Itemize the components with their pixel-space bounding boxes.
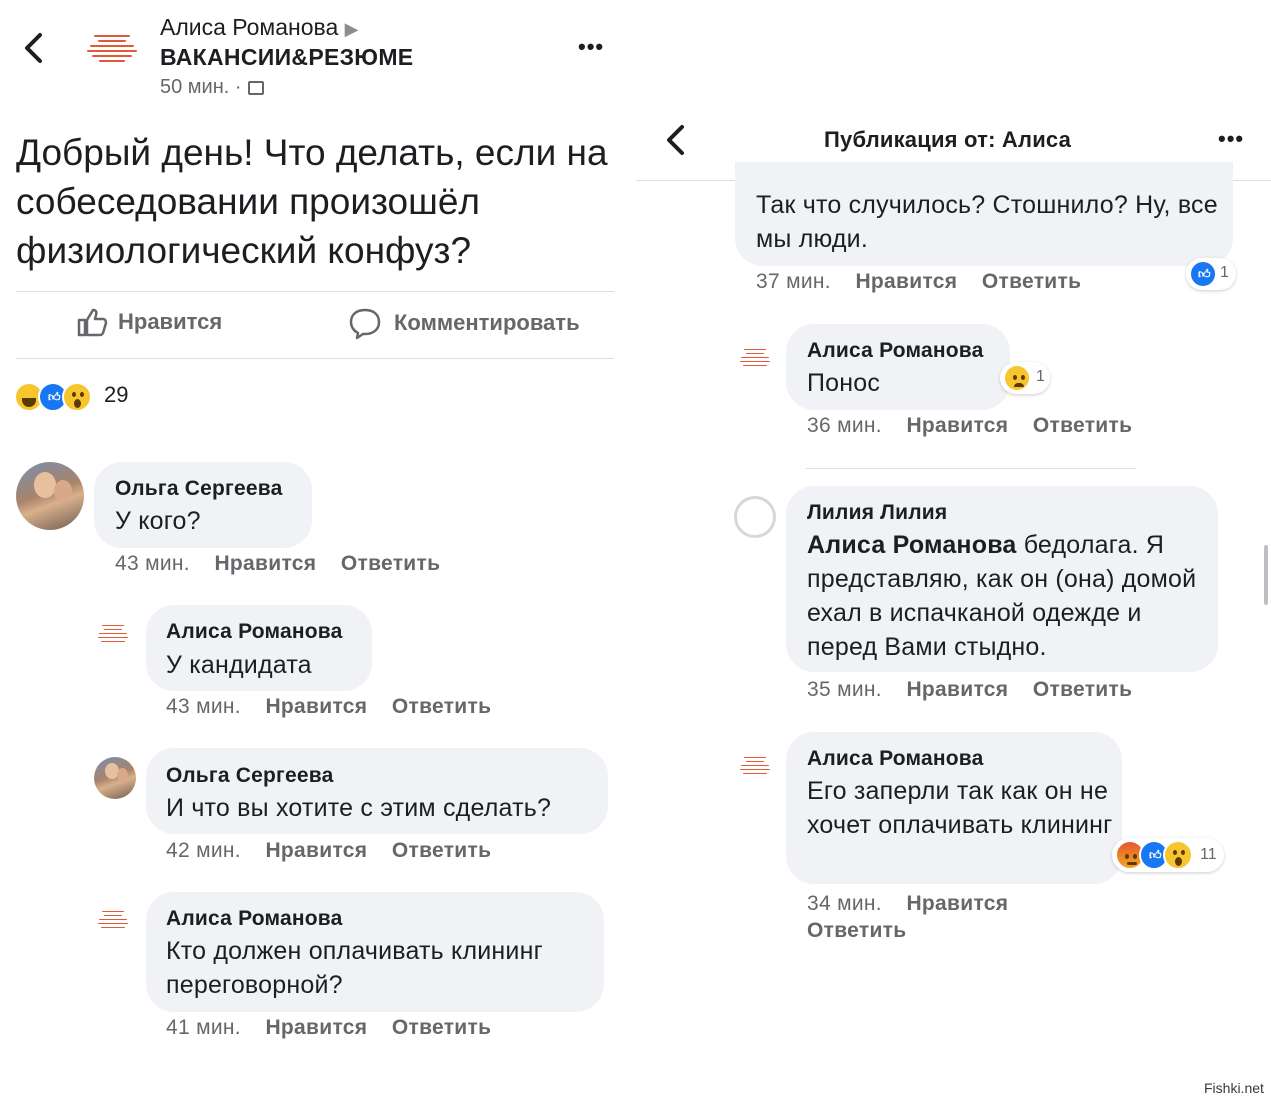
comment-like-button[interactable]: Нравится bbox=[906, 414, 1008, 437]
comment-bubble-icon bbox=[349, 308, 381, 340]
like-action-button[interactable]: Нравится bbox=[76, 306, 222, 338]
post-time[interactable]: 50 мин. · bbox=[160, 76, 242, 99]
commenter-avatar[interactable] bbox=[92, 612, 134, 654]
comment-like-button[interactable]: Нравится bbox=[906, 678, 1008, 701]
comment-author[interactable]: Алиса Романова bbox=[807, 339, 983, 363]
comment-meta: 34 мин. Нравится Ответить bbox=[807, 890, 1008, 944]
comment-meta: 36 мин. Нравится Ответить bbox=[807, 414, 1132, 438]
commenter-avatar[interactable] bbox=[734, 336, 776, 378]
wow-emoji-icon bbox=[1163, 840, 1193, 870]
post-header-author-line: Алиса Романова ▶ bbox=[160, 14, 359, 41]
arrow-right-icon: ▶ bbox=[344, 19, 359, 39]
group-logo-avatar[interactable] bbox=[78, 14, 146, 82]
post-author-name[interactable]: Алиса Романова bbox=[160, 14, 338, 40]
group-name[interactable]: ВАКАНСИИ&РЕЗЮМЕ bbox=[160, 44, 413, 71]
comment-like-button[interactable]: Нравится bbox=[265, 695, 367, 718]
comment-meta: 42 мин. Нравится Ответить bbox=[166, 839, 491, 863]
comment-reply-button[interactable]: Ответить bbox=[392, 839, 491, 862]
reaction-count: 1 bbox=[1036, 368, 1045, 385]
comment-reply-button[interactable]: Ответить bbox=[1033, 678, 1132, 701]
comment-meta: 43 мин. Нравится Ответить bbox=[166, 695, 491, 719]
like-action-label: Нравится bbox=[118, 309, 223, 334]
divider bbox=[16, 358, 614, 359]
comment-reply-button[interactable]: Ответить bbox=[341, 552, 440, 575]
comment-reply-button[interactable]: Ответить bbox=[392, 1016, 491, 1039]
sad-emoji-icon bbox=[1003, 364, 1031, 392]
comment-reactions[interactable]: 👍︎ 1 bbox=[1186, 258, 1236, 290]
back-chevron-icon[interactable] bbox=[22, 32, 46, 64]
comment-time[interactable]: 41 мин. bbox=[166, 1016, 241, 1039]
commenter-avatar[interactable] bbox=[16, 462, 84, 530]
comment-reply-button[interactable]: Ответить bbox=[807, 919, 906, 942]
scrollbar-thumb[interactable] bbox=[1264, 545, 1268, 605]
header-title: Публикация от: Алиса bbox=[824, 127, 1072, 152]
comment-like-button[interactable]: Нравится bbox=[265, 1016, 367, 1039]
comment-like-button[interactable]: Нравится bbox=[265, 839, 367, 862]
wow-emoji-icon bbox=[62, 382, 92, 412]
comment-time[interactable]: 35 мин. bbox=[807, 678, 882, 701]
comment-action-button[interactable]: Комментировать bbox=[348, 306, 580, 340]
watermark: Fishki.net bbox=[1204, 1080, 1264, 1096]
comment-author[interactable]: Алиса Романова bbox=[166, 907, 342, 931]
mention-link[interactable]: Алиса Романова bbox=[807, 531, 1017, 559]
reaction-count: 11 bbox=[1200, 846, 1217, 863]
default-avatar-icon[interactable] bbox=[734, 496, 776, 538]
comment-author[interactable]: Лилия Лилия bbox=[807, 501, 947, 525]
comment-like-button[interactable]: Нравится bbox=[906, 892, 1008, 915]
comment-meta: 43 мин. Нравится Ответить bbox=[115, 552, 440, 576]
group-audience-icon bbox=[247, 80, 264, 95]
comment-reply-button[interactable]: Ответить bbox=[982, 270, 1081, 293]
comment-time[interactable]: 34 мин. bbox=[807, 892, 882, 915]
comment-time[interactable]: 42 мин. bbox=[166, 839, 241, 862]
comment-time[interactable]: 43 мин. bbox=[166, 695, 241, 718]
comment-text: Так что случилось? Стошнило? Ну, все мы … bbox=[756, 191, 1218, 253]
comment-meta: 41 мин. Нравится Ответить bbox=[166, 1016, 491, 1040]
comment-text: У кого? bbox=[115, 507, 201, 535]
reactions-summary[interactable]: 👍︎ 29 bbox=[14, 380, 154, 412]
comment-reply-button[interactable]: Ответить bbox=[1033, 414, 1132, 437]
back-chevron-icon[interactable] bbox=[664, 124, 688, 156]
header-more-button[interactable]: ••• bbox=[1218, 126, 1244, 152]
comment-reactions[interactable]: 👍︎ 11 bbox=[1112, 838, 1224, 872]
divider bbox=[806, 468, 1136, 469]
post-more-button[interactable]: ••• bbox=[578, 34, 604, 60]
comment-author[interactable]: Алиса Романова bbox=[166, 620, 342, 644]
comment-text: У кандидата bbox=[166, 651, 312, 679]
comment-like-button[interactable]: Нравится bbox=[214, 552, 316, 575]
like-emoji-icon: 👍︎ bbox=[1189, 260, 1217, 288]
comment-time[interactable]: 43 мин. bbox=[115, 552, 190, 575]
post-text: Добрый день! Что делать, если на собесед… bbox=[16, 132, 608, 271]
commenter-avatar[interactable] bbox=[92, 898, 134, 940]
comment-text: Понос bbox=[807, 369, 881, 397]
commenter-avatar[interactable] bbox=[734, 744, 776, 786]
comment-reactions[interactable]: 1 bbox=[1000, 362, 1050, 394]
comment-action-label: Комментировать bbox=[394, 310, 580, 335]
comment-time[interactable]: 36 мин. bbox=[807, 414, 882, 437]
comment-author[interactable]: Алиса Романова bbox=[807, 747, 983, 771]
comment-meta: 35 мин. Нравится Ответить bbox=[807, 678, 1132, 702]
reaction-count: 29 bbox=[104, 382, 129, 407]
comment-reply-button[interactable]: Ответить bbox=[392, 695, 491, 718]
comment-author[interactable]: Ольга Сергеева bbox=[166, 764, 333, 788]
comment-text: Кто должен оплачивать клининг переговорн… bbox=[166, 937, 543, 999]
thumbs-up-icon bbox=[77, 308, 108, 337]
comment-text: Его заперли так как он не хочет оплачива… bbox=[807, 777, 1113, 839]
comment-author[interactable]: Ольга Сергеева bbox=[115, 477, 282, 501]
comment-meta: 37 мин. Нравится Ответить bbox=[756, 270, 1081, 294]
comment-like-button[interactable]: Нравится bbox=[855, 270, 957, 293]
comment-text: И что вы хотите с этим сделать? bbox=[166, 794, 552, 822]
comment-time[interactable]: 37 мин. bbox=[756, 270, 831, 293]
comment-text: Алиса Романова бедолага. Я представляю, … bbox=[807, 528, 1207, 664]
commenter-avatar[interactable] bbox=[94, 757, 136, 799]
post-meta: 50 мин. · bbox=[160, 76, 264, 99]
divider bbox=[16, 291, 614, 292]
reaction-count: 1 bbox=[1220, 264, 1229, 281]
